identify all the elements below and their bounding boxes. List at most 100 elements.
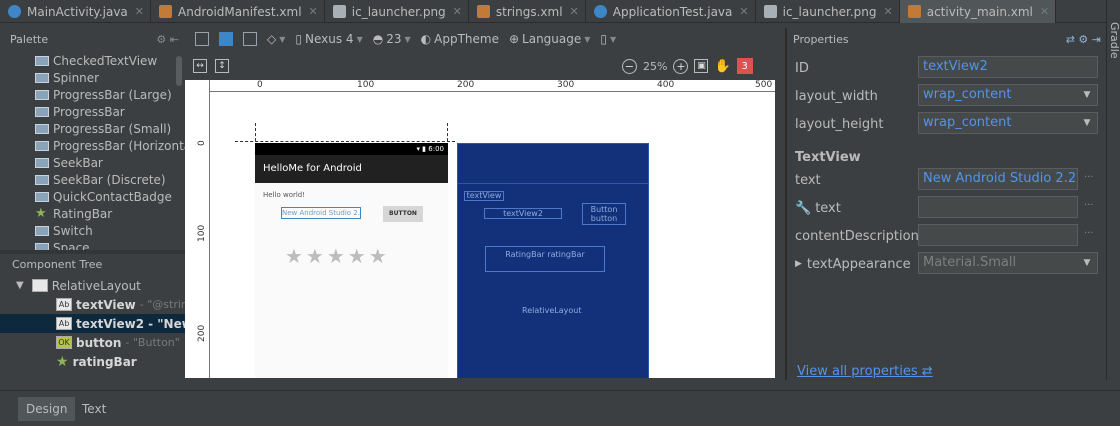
design-canvas[interactable]: 0 100 200 300 400 500 0 100 200 ▾ ▮ 6:00… bbox=[185, 80, 775, 378]
pan-hand-icon[interactable]: ✋ bbox=[714, 59, 730, 74]
close-icon[interactable]: ✕ bbox=[884, 5, 893, 18]
close-icon[interactable]: ✕ bbox=[739, 5, 748, 18]
tree-node-root[interactable]: ▼ RelativeLayout bbox=[0, 276, 185, 295]
close-icon[interactable]: ✕ bbox=[135, 5, 144, 18]
textview2-preview[interactable]: New Android Studio 2.2 bbox=[281, 207, 361, 219]
chevron-down-icon: ▼ bbox=[610, 34, 617, 44]
palette-item[interactable]: Switch bbox=[0, 222, 185, 239]
prop-layout-width-label: layout_width bbox=[795, 88, 878, 104]
more-icon[interactable]: ··· bbox=[1084, 228, 1094, 239]
chevron-down-icon[interactable]: ▼ bbox=[1076, 84, 1098, 106]
bp-ratingbar[interactable]: RatingBar ratingBar bbox=[485, 246, 605, 272]
bp-button[interactable]: Button button bbox=[582, 203, 626, 225]
palette-list: CheckedTextView Spinner ProgressBar (Lar… bbox=[0, 52, 185, 250]
tree-node-ratingbar[interactable]: ★ ratingBar bbox=[0, 352, 185, 371]
close-icon[interactable]: ✕ bbox=[309, 5, 318, 18]
chevron-down-icon: ▼ bbox=[404, 34, 411, 44]
layout-toggle-split[interactable] bbox=[243, 32, 257, 46]
swap-icon: ⇄ bbox=[921, 364, 933, 379]
widget-icon bbox=[35, 89, 49, 100]
class-c-icon bbox=[8, 5, 21, 18]
bp-relative-layout: RelativeLayout bbox=[522, 306, 582, 315]
zoom-in-icon[interactable]: + bbox=[673, 58, 689, 74]
textview-icon: Ab bbox=[56, 317, 72, 330]
zoom-controls: − 25% + ▣ ✋ 3 bbox=[622, 58, 753, 74]
palette-item[interactable]: QuickContactBadge bbox=[0, 188, 185, 205]
prop-text-appearance-row[interactable]: ▶ textAppearance bbox=[795, 254, 911, 274]
chevron-down-icon: ▼ bbox=[279, 34, 286, 44]
orientation-button[interactable]: ◇ ▼ bbox=[267, 32, 285, 46]
bp-textview2[interactable]: textView2 bbox=[484, 208, 562, 219]
more-icon[interactable]: ··· bbox=[1084, 200, 1094, 211]
prop-content-description-field[interactable] bbox=[918, 224, 1078, 246]
prop-content-description-label: contentDescription bbox=[795, 228, 919, 244]
palette-item[interactable]: SeekBar bbox=[0, 154, 185, 171]
tab-design[interactable]: Design bbox=[18, 397, 76, 421]
tab-activity-main[interactable]: activity_main.xml ✕ bbox=[899, 0, 1057, 23]
device-frame-button[interactable]: ▯ ▼ bbox=[600, 32, 616, 46]
palette-item[interactable]: ProgressBar bbox=[0, 103, 185, 120]
expand-arrow-icon[interactable]: ▶ bbox=[795, 259, 802, 269]
ratingbar-preview[interactable]: ★★★★★ bbox=[285, 244, 390, 268]
palette-scrollbar[interactable] bbox=[176, 56, 182, 86]
blueprint-preview[interactable]: textView textView2 Button button RatingB… bbox=[457, 143, 649, 378]
layout-toggle-active[interactable] bbox=[219, 32, 233, 46]
more-icon[interactable]: ··· bbox=[1084, 172, 1094, 183]
prop-layout-width-select[interactable]: wrap_content bbox=[918, 84, 1098, 106]
language-selector[interactable]: ⊕ Language ▼ bbox=[509, 32, 590, 46]
settings-icon[interactable]: ⇄ ⚙ ⇥ bbox=[1066, 33, 1101, 46]
view-all-properties-link[interactable]: View all properties ⇄ bbox=[797, 364, 933, 379]
blueprint-action-bar bbox=[458, 144, 648, 184]
prop-text-field[interactable]: New Android Studio 2.2 bbox=[918, 168, 1078, 190]
tab-ic-launcher-1[interactable]: ic_launcher.png ✕ bbox=[325, 0, 469, 23]
palette-item[interactable]: ProgressBar (Horizontal) bbox=[0, 137, 185, 154]
fit-screen-icon[interactable]: ▣ bbox=[694, 59, 709, 73]
panel-splitter[interactable] bbox=[0, 250, 185, 254]
tree-node-textview2[interactable]: Ab textView2 - "New Android Studio 2.2" bbox=[0, 314, 185, 333]
textview-preview[interactable]: Hello world! bbox=[263, 191, 305, 199]
expand-arrow-icon[interactable]: ▼ bbox=[16, 280, 24, 291]
design-preview[interactable]: ▾ ▮ 6:00 HelloMe for Android Hello world… bbox=[255, 143, 448, 378]
gradle-tool-button[interactable]: Gradle bbox=[1108, 22, 1120, 59]
blueprint-view-icon bbox=[219, 32, 233, 46]
layout-toggle[interactable] bbox=[195, 32, 209, 46]
tree-node-button[interactable]: OK button - "Button" bbox=[0, 333, 185, 352]
expand-horizontal-icon[interactable]: ↔ bbox=[193, 59, 207, 73]
tab-application-test[interactable]: ApplicationTest.java ✕ bbox=[586, 0, 756, 23]
zoom-out-icon[interactable]: − bbox=[622, 58, 637, 74]
tab-main-activity[interactable]: MainActivity.java ✕ bbox=[0, 0, 151, 23]
prop-id-field[interactable]: textView2 bbox=[918, 56, 1098, 78]
palette-item[interactable]: SeekBar (Discrete) bbox=[0, 171, 185, 188]
button-preview[interactable]: BUTTON bbox=[383, 206, 423, 222]
device-selector[interactable]: ▯ Nexus 4 ▼ bbox=[295, 32, 362, 46]
settings-icon[interactable]: ⚙ ⇤ bbox=[156, 33, 179, 46]
api-selector[interactable]: ◓ 23 ▼ bbox=[373, 32, 411, 46]
tab-ic-launcher-2[interactable]: ic_launcher.png ✕ bbox=[756, 0, 900, 23]
tree-node-textview[interactable]: Ab textView - "@string/hello_world" bbox=[0, 295, 185, 314]
guide-line bbox=[235, 141, 455, 142]
widget-icon bbox=[35, 106, 49, 117]
palette-item[interactable]: ProgressBar (Small) bbox=[0, 120, 185, 137]
close-icon[interactable]: ✕ bbox=[453, 5, 462, 18]
prop-text-appearance-select[interactable]: Material.Small bbox=[918, 252, 1098, 274]
chevron-down-icon[interactable]: ▼ bbox=[1076, 252, 1098, 274]
tab-strings[interactable]: strings.xml ✕ bbox=[469, 0, 586, 23]
expand-vertical-icon[interactable]: ↕ bbox=[215, 59, 229, 73]
palette-item[interactable]: Space bbox=[0, 239, 185, 250]
tab-android-manifest[interactable]: AndroidManifest.xml ✕ bbox=[151, 0, 325, 23]
relative-layout-icon bbox=[31, 279, 48, 292]
close-icon[interactable]: ✕ bbox=[570, 5, 579, 18]
theme-selector[interactable]: ◐ AppTheme bbox=[421, 32, 499, 46]
palette-item[interactable]: ProgressBar (Large) bbox=[0, 86, 185, 103]
panel-splitter[interactable] bbox=[785, 28, 787, 380]
chevron-down-icon[interactable]: ▼ bbox=[1076, 112, 1098, 134]
palette-item[interactable]: Spinner bbox=[0, 69, 185, 86]
close-icon[interactable]: ✕ bbox=[1040, 5, 1049, 18]
palette-item[interactable]: CheckedTextView bbox=[0, 52, 185, 69]
palette-item[interactable]: ★ RatingBar bbox=[0, 205, 185, 222]
bp-textview[interactable]: textView bbox=[464, 191, 504, 201]
prop-layout-height-select[interactable]: wrap_content bbox=[918, 112, 1098, 134]
warnings-badge[interactable]: 3 bbox=[736, 58, 753, 74]
prop-tools-text-field[interactable] bbox=[918, 196, 1078, 218]
tab-text[interactable]: Text bbox=[74, 397, 114, 421]
